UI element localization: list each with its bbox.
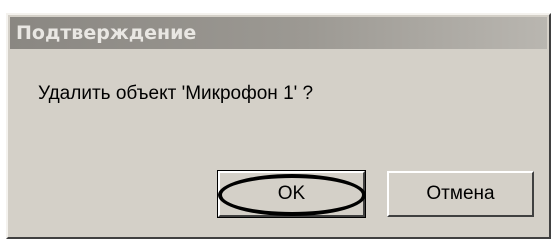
dialog-title: Подтверждение xyxy=(16,22,197,44)
dialog-message: Удалить объект 'Микрофон 1' ? xyxy=(38,83,314,104)
cancel-button[interactable]: Отмена xyxy=(387,171,534,217)
dialog-title-bar[interactable]: Подтверждение xyxy=(10,17,547,49)
confirmation-dialog: Подтверждение Удалить объект 'Микрофон 1… xyxy=(6,13,551,239)
ok-button[interactable]: OK xyxy=(217,170,366,218)
